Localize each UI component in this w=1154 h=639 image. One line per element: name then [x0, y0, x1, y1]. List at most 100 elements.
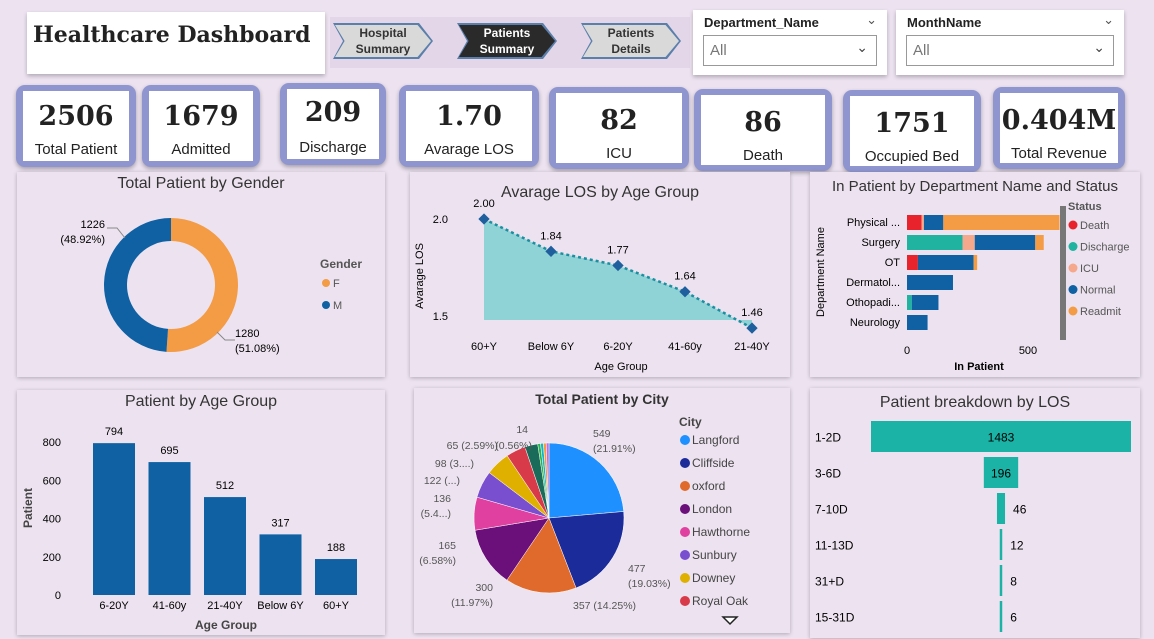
y-tick-label: Surgery — [861, 237, 900, 249]
legend-item: London — [692, 502, 732, 516]
los-breakdown-bar-chart: 1-2D 1483 3-6D 196 7-10D 46 11-13D 12 31+D 8 15-31… — [815, 421, 1131, 632]
chevron-down-icon[interactable]: ⌄ — [866, 12, 877, 28]
category-label: 1-2D — [815, 431, 841, 445]
data-label: 14 — [516, 424, 528, 436]
legend-marker — [680, 550, 690, 560]
scroll-down-icon[interactable] — [721, 616, 739, 626]
month-dropdown[interactable]: All ⌄ — [906, 35, 1114, 66]
kpi-caption: Total Patient — [34, 141, 118, 158]
data-label: 695 — [160, 445, 178, 457]
data-label: (19.03%) — [628, 578, 671, 590]
legend-item: F — [333, 278, 340, 290]
kpi-caption: Discharge — [299, 139, 367, 156]
y-tick-label: Dermatol... — [846, 277, 900, 289]
bar-segment-discharge — [907, 235, 963, 250]
legend-title: City — [679, 415, 702, 429]
data-label: 2.00 — [473, 198, 494, 210]
data-label: 317 — [271, 517, 289, 529]
kpi-value: 2506 — [38, 101, 114, 132]
kpi-card-total-patient: 2506 Total Patient — [16, 85, 136, 167]
bar-segment-readmit — [1035, 235, 1044, 250]
page-navigator: Hospital Summary Patients Summary Patients… — [330, 17, 690, 68]
kpi-caption: Total Revenue — [1011, 145, 1107, 162]
legend-marker — [680, 458, 690, 468]
funnel-bar — [999, 601, 1003, 632]
data-label: (21.91%) — [593, 443, 636, 455]
legend-title: Gender — [320, 257, 362, 271]
kpi-caption: ICU — [606, 145, 632, 162]
data-label: 512 — [216, 480, 234, 492]
bar-segment-normal — [974, 235, 1036, 250]
bar-segment-readmit — [973, 255, 978, 270]
legend-marker — [1068, 263, 1078, 273]
y-tick-label: OT — [885, 257, 901, 269]
data-label: 477 — [628, 563, 646, 575]
y-tick-label: 600 — [43, 475, 61, 487]
data-label: 98 (3....) — [435, 458, 474, 470]
bar-segment-normal — [911, 295, 939, 310]
x-axis-label: Age Group — [195, 618, 257, 632]
legend-item: Normal — [1080, 285, 1115, 297]
y-axis-label: Department Name — [815, 227, 827, 317]
bar-segment-readmit — [943, 215, 1060, 230]
data-label: 12 — [1010, 539, 1024, 553]
x-tick-label: 41-60y — [153, 600, 187, 612]
data-label: 46 — [1013, 503, 1027, 517]
dashboard-title-card: Healthcare Dashboard — [27, 12, 325, 74]
y-tick-label: 0 — [55, 590, 61, 602]
x-tick-label: 6-20Y — [603, 341, 633, 353]
kpi-caption: Death — [742, 147, 784, 164]
los-area-chart: 2.00 60+Y 1.84 Below 6Y 1.77 6-20Y 1.64 41-60y 1… — [414, 198, 770, 373]
data-label: 794 — [105, 426, 123, 438]
gender-chart-panel: Total Patient by Gender 1280 (51.08%) 1226… — [17, 172, 385, 377]
bar-segment-icu — [921, 215, 924, 230]
legend-marker — [1068, 285, 1078, 294]
y-tick-label: 400 — [43, 514, 61, 526]
legend-marker — [322, 279, 330, 287]
legend-marker — [680, 481, 690, 491]
bar-segment-normal — [923, 215, 944, 230]
department-chart-panel: In Patient by Department Name and Status… — [810, 172, 1140, 377]
legend-item: oxford — [692, 479, 725, 493]
kpi-value: 209 — [304, 97, 362, 128]
bar-segment-icu — [962, 235, 975, 250]
department-dropdown[interactable]: All ⌄ — [703, 35, 877, 66]
leader-line — [107, 227, 126, 239]
kpi-value: 82 — [600, 105, 638, 136]
legend-marker — [322, 301, 330, 309]
category-label: 11-13D — [815, 539, 854, 553]
x-tick-label: 500 — [1019, 345, 1037, 357]
bar — [259, 534, 302, 595]
legend-item: ICU — [1080, 263, 1099, 275]
legend-marker — [680, 527, 690, 537]
legend-scrollbar — [1060, 206, 1066, 340]
data-label: 1280 — [235, 328, 259, 340]
legend-item: M — [333, 300, 342, 312]
category-label: 31+D — [815, 575, 844, 589]
y-tick-label: Physical ... — [847, 217, 900, 229]
tab-hospital-summary[interactable]: Hospital Summary — [333, 23, 433, 59]
data-label: 1226 — [81, 219, 105, 231]
chevron-down-icon: ⌄ — [856, 39, 868, 55]
bar-segment-normal — [917, 255, 974, 270]
data-label: (11.97%) — [451, 597, 493, 609]
legend-marker — [680, 596, 690, 606]
chevron-down-icon[interactable]: ⌄ — [1103, 12, 1114, 28]
y-tick-label: Neurology — [850, 317, 901, 329]
legend-marker — [1068, 306, 1078, 316]
legend-item: Death — [1080, 220, 1109, 232]
city-pie-chart: 549 (21.91%) 477 (19.03%) 357 (14.25%) 300 (11… — [419, 415, 750, 626]
x-tick-label: 21-40Y — [207, 600, 243, 612]
tab-patients-summary[interactable]: Patients Summary — [457, 23, 557, 59]
y-tick-label: 2.0 — [433, 214, 448, 226]
data-label: 122 (...) — [424, 475, 460, 487]
tab-patients-details[interactable]: Patients Details — [581, 23, 681, 59]
legend-item: Royal Oak — [692, 594, 749, 608]
funnel-bar — [999, 565, 1003, 596]
y-tick-label: 800 — [43, 437, 61, 449]
y-tick-label: Othopadi... — [846, 297, 900, 309]
leader-line — [216, 331, 235, 341]
kpi-caption: Avarage LOS — [424, 141, 514, 158]
x-axis-label: Age Group — [594, 361, 647, 373]
data-label: 136 — [433, 493, 451, 505]
